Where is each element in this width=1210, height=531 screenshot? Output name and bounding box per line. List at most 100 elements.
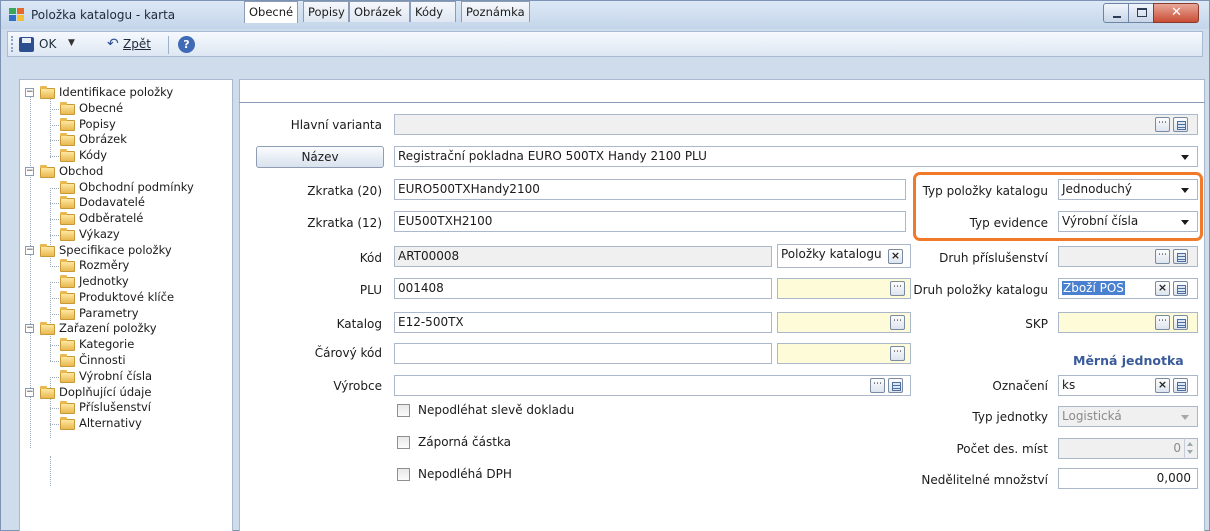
close-button[interactable]: ✕ bbox=[1153, 3, 1199, 23]
grid-icon[interactable] bbox=[1173, 378, 1188, 393]
typ-jednotky-select[interactable]: Logistická bbox=[1058, 406, 1198, 427]
tree-item[interactable]: Obecné bbox=[20, 101, 232, 116]
tree-item[interactable]: Jednotky bbox=[20, 274, 232, 289]
chevron-down-icon[interactable] bbox=[1181, 155, 1189, 160]
tree-item[interactable]: Dodavatelé bbox=[20, 195, 232, 210]
tab-kody[interactable]: Kódy bbox=[410, 1, 456, 22]
grid-icon[interactable] bbox=[1173, 315, 1188, 330]
zaporna-castka-checkbox[interactable] bbox=[397, 436, 410, 449]
tree-item[interactable]: Příslušenství bbox=[20, 400, 232, 415]
tree-group[interactable]: − Doplňující údaje bbox=[20, 385, 232, 400]
grid-icon[interactable] bbox=[1173, 117, 1188, 132]
toolbar: OK ▼ ↶ Zpět ? bbox=[7, 31, 1203, 57]
tree-item[interactable]: Rozměry bbox=[20, 258, 232, 273]
ellipsis-icon[interactable]: ⋯ bbox=[1155, 315, 1170, 330]
zkratka12-field[interactable]: EU500TXH2100 bbox=[394, 211, 906, 232]
typ-polozky-select[interactable]: Jednoduchý bbox=[1058, 179, 1198, 200]
stepper-icon[interactable] bbox=[1184, 438, 1196, 459]
save-icon bbox=[19, 37, 34, 52]
folder-icon bbox=[60, 228, 75, 241]
tree-group[interactable]: − Identifikace položky bbox=[20, 85, 232, 100]
kod-field[interactable]: ART00008 bbox=[394, 246, 772, 267]
nedelitelne-label: Nedělitelné množství bbox=[921, 473, 1048, 487]
typ-jednotky-label: Typ jednotky bbox=[972, 410, 1048, 424]
zkratka20-field[interactable]: EURO500TXHandy2100 bbox=[394, 179, 906, 200]
collapse-icon[interactable]: − bbox=[25, 246, 34, 255]
tree-item-label: Rozměry bbox=[79, 258, 130, 272]
collapse-icon[interactable]: − bbox=[25, 167, 34, 176]
ellipsis-icon[interactable]: ⋯ bbox=[1155, 117, 1170, 132]
tree-item-label: Obchod bbox=[59, 164, 104, 178]
folder-icon bbox=[60, 118, 75, 131]
clear-icon[interactable]: × bbox=[888, 249, 903, 264]
tab-obrazek[interactable]: Obrázek bbox=[349, 1, 410, 22]
typ-evidence-select[interactable]: Výrobní čísla bbox=[1058, 211, 1198, 232]
skp-label: SKP bbox=[1025, 317, 1048, 331]
toolbar-grip[interactable] bbox=[11, 36, 14, 52]
ellipsis-icon[interactable]: ⋯ bbox=[870, 378, 885, 393]
collapse-icon[interactable]: − bbox=[25, 388, 34, 397]
nedelitelne-field[interactable]: 0,000 bbox=[1058, 468, 1198, 489]
grid-icon[interactable] bbox=[1173, 281, 1188, 296]
grid-icon[interactable] bbox=[888, 378, 903, 393]
tree-item[interactable]: Parametry bbox=[20, 306, 232, 321]
tree-item[interactable]: Výrobní čísla bbox=[20, 369, 232, 384]
ok-button[interactable]: OK bbox=[39, 37, 56, 51]
tree-item[interactable]: Alternativy bbox=[20, 416, 232, 431]
ellipsis-icon[interactable]: ⋯ bbox=[890, 281, 905, 296]
tree-item[interactable]: Výkazy bbox=[20, 227, 232, 242]
vyrobce-field[interactable] bbox=[394, 375, 911, 396]
tree-item-label: Kategorie bbox=[79, 337, 135, 351]
maximize-button[interactable] bbox=[1128, 3, 1154, 23]
tree-item[interactable]: Obrázek bbox=[20, 132, 232, 147]
tab-obecne[interactable]: Obecné bbox=[244, 1, 298, 23]
pocet-des-mist-field[interactable]: 0 bbox=[1058, 438, 1198, 459]
tab-poznamka[interactable]: Poznámka bbox=[461, 1, 530, 22]
chevron-down-icon[interactable] bbox=[1181, 188, 1189, 193]
tree-group[interactable]: − Zařazení položky bbox=[20, 321, 232, 336]
folder-icon bbox=[60, 212, 75, 225]
minimize-button[interactable] bbox=[1103, 3, 1129, 23]
grid-icon[interactable] bbox=[1173, 249, 1188, 264]
ellipsis-icon[interactable]: ⋯ bbox=[890, 315, 905, 330]
plu-field[interactable]: 001408 bbox=[394, 278, 772, 299]
nepodleha-dph-checkbox[interactable] bbox=[397, 468, 410, 481]
title-bar[interactable]: Položka katalogu - karta ✕ bbox=[1, 1, 1209, 29]
collapse-icon[interactable]: − bbox=[25, 324, 34, 333]
toolbar-separator bbox=[168, 36, 169, 54]
tree-item[interactable]: Produktové klíče bbox=[20, 290, 232, 305]
tree-item-label: Parametry bbox=[79, 306, 139, 320]
nazev-field[interactable]: Registrační pokladna EURO 500TX Handy 21… bbox=[394, 146, 1198, 167]
chevron-down-icon[interactable] bbox=[1181, 220, 1189, 225]
tree-item[interactable]: Odběratelé bbox=[20, 211, 232, 226]
tree-item[interactable]: Kódy bbox=[20, 148, 232, 163]
tree-item[interactable]: Kategorie bbox=[20, 337, 232, 352]
carovy-kod-field[interactable] bbox=[394, 343, 772, 364]
tree-item-label: Popisy bbox=[79, 117, 116, 131]
back-button[interactable]: Zpět bbox=[123, 37, 151, 51]
tree-item[interactable]: Činnosti bbox=[20, 353, 232, 368]
clear-icon[interactable]: × bbox=[1155, 378, 1170, 393]
carovy-kod-label: Čárový kód bbox=[314, 346, 382, 360]
ellipsis-icon[interactable]: ⋯ bbox=[890, 346, 905, 361]
tab-popisy[interactable]: Popisy bbox=[303, 1, 349, 22]
folder-icon bbox=[60, 149, 75, 162]
tree-group[interactable]: − Specifikace položky bbox=[20, 243, 232, 258]
tree-item-label: Obecné bbox=[79, 101, 124, 115]
chevron-down-icon[interactable] bbox=[1181, 415, 1189, 420]
collapse-icon[interactable]: − bbox=[25, 88, 34, 97]
tree-item-label: Produktové klíče bbox=[79, 290, 175, 304]
katalog-field[interactable]: E12-500TX bbox=[394, 312, 772, 333]
tree-item[interactable]: Obchodní podmínky bbox=[20, 180, 232, 195]
hlavni-varianta-field[interactable] bbox=[394, 114, 1198, 135]
nepodlehat-sleve-checkbox[interactable] bbox=[397, 404, 410, 417]
ellipsis-icon[interactable]: ⋯ bbox=[1155, 249, 1170, 264]
clear-icon[interactable]: × bbox=[1155, 281, 1170, 296]
tree-item[interactable]: Popisy bbox=[20, 117, 232, 132]
tree-group[interactable]: − Obchod bbox=[20, 164, 232, 179]
tree-item-label: Příslušenství bbox=[79, 400, 151, 414]
folder-icon bbox=[60, 102, 75, 115]
ok-dropdown-icon[interactable]: ▼ bbox=[68, 38, 75, 48]
nazev-button[interactable]: Název bbox=[256, 146, 384, 168]
help-icon[interactable]: ? bbox=[178, 36, 195, 53]
